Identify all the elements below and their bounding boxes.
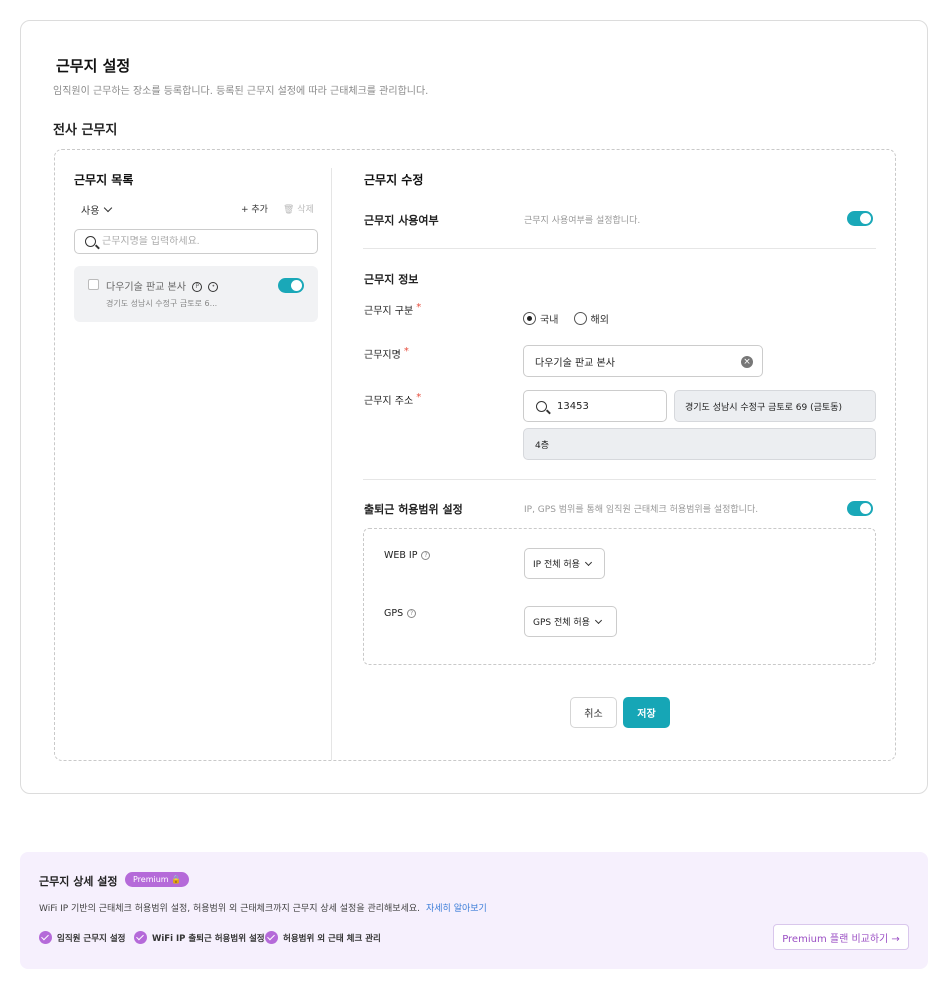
list-item-name-row: 다우기술 판교 본사 P •: [106, 278, 219, 293]
search-icon: [536, 400, 547, 412]
usage-toggle[interactable]: [847, 211, 873, 226]
premium-feature-label: 임직원 근무지 설정: [57, 933, 126, 944]
name-label: 근무지명: [364, 350, 401, 361]
list-item-toggle[interactable]: [278, 278, 304, 293]
address-detail-value: 4층: [535, 440, 550, 451]
address-value: 경기도 성남시 수정구 금토로 69 (금토동): [685, 402, 842, 413]
section-title: 전사 근무지: [53, 123, 118, 138]
range-toggle[interactable]: [847, 501, 873, 516]
edit-title: 근무지 수정: [364, 173, 424, 187]
radio-domestic-label: 국내: [540, 315, 559, 326]
list-item-checkbox[interactable]: [88, 279, 99, 290]
address-field: 경기도 성남시 수정구 금토로 69 (금토동): [674, 390, 876, 422]
premium-feature: 허용범위 외 근태 체크 관리: [265, 931, 381, 944]
premium-title: 근무지 상세 설정: [39, 875, 118, 888]
divider: [363, 248, 876, 249]
gps-label: GPS: [384, 608, 404, 619]
page-subtitle: 임직원이 근무하는 장소를 등록합니다. 등록된 근무지 설정에 따라 근태체크…: [53, 86, 429, 97]
info-icon[interactable]: ?: [421, 551, 431, 560]
cancel-button[interactable]: 취소: [570, 697, 617, 728]
panel-divider: [331, 168, 332, 760]
required-mark: *: [416, 302, 422, 313]
zipcode-search-field[interactable]: 13453: [523, 390, 667, 422]
address-label-row: 근무지 주소 *: [364, 392, 421, 407]
usage-label: 근무지 사용여부: [364, 214, 439, 227]
divider: [363, 479, 876, 480]
chevron-down-icon: [594, 616, 603, 624]
premium-badge: Premium 🔒: [125, 872, 190, 887]
web-ip-select[interactable]: IP 전체 허용: [524, 548, 605, 579]
workplace-search: [74, 229, 318, 254]
premium-compare-button[interactable]: Premium 플랜 비교하기 →: [773, 924, 909, 950]
radio-overseas[interactable]: [573, 312, 587, 325]
learn-more-link[interactable]: 자세히 알아보기: [426, 904, 487, 914]
premium-description: WiFi IP 기반의 근태체크 허용범위 설정, 허용범위 외 근태체크까지 …: [39, 904, 420, 914]
web-ip-label-row: WEB IP?: [384, 550, 431, 561]
workplace-search-input[interactable]: [102, 236, 302, 247]
premium-feature: WiFi IP 출퇴근 허용범위 설정: [134, 931, 265, 944]
usage-filter-dropdown[interactable]: 사용: [81, 202, 113, 217]
usage-filter-label: 사용: [81, 206, 100, 217]
range-settings-box: WEB IP? IP 전체 허용 GPS? GPS 전체 허용: [363, 528, 876, 665]
address-detail-field[interactable]: 4층: [523, 428, 876, 460]
check-icon: [134, 931, 147, 944]
add-button[interactable]: + 추가: [241, 202, 268, 215]
check-icon: [265, 931, 278, 944]
web-ip-label: WEB IP: [384, 550, 418, 561]
premium-feature-label: 허용범위 외 근태 체크 관리: [283, 933, 381, 944]
type-label: 근무지 구분: [364, 306, 414, 317]
page-title: 근무지 설정: [56, 57, 131, 75]
premium-feature: 임직원 근무지 설정: [39, 931, 125, 944]
type-radio-group: 국내 해외: [523, 308, 619, 327]
chevron-down-icon: [104, 203, 113, 212]
required-mark: *: [416, 392, 422, 403]
list-item[interactable]: 다우기술 판교 본사 P • 경기도 성남시 수정구 금토로 6...: [74, 266, 318, 322]
premium-description-row: WiFi IP 기반의 근태체크 허용범위 설정, 허용범위 외 근태체크까지 …: [39, 901, 487, 914]
gps-label-row: GPS?: [384, 608, 417, 619]
check-icon: [39, 931, 52, 944]
workplace-name-field[interactable]: 다우기술 판교 본사 ×: [523, 345, 763, 377]
list-item-name: 다우기술 판교 본사: [106, 282, 186, 293]
location-pin-icon: •: [208, 282, 219, 292]
range-label: 출퇴근 허용범위 설정: [364, 503, 463, 516]
gps-select[interactable]: GPS 전체 허용: [524, 606, 617, 637]
radio-domestic[interactable]: [523, 312, 536, 325]
address-label: 근무지 주소: [364, 396, 414, 407]
clear-icon[interactable]: ×: [741, 356, 753, 368]
type-label-row: 근무지 구분 *: [364, 302, 421, 317]
range-hint: IP, GPS 범위를 통해 임직원 근태체크 허용범위를 설정합니다.: [524, 505, 759, 515]
ip-icon: P: [192, 282, 203, 292]
name-label-row: 근무지명 *: [364, 346, 409, 361]
workplace-name-value: 다우기술 판교 본사: [535, 357, 615, 369]
workplace-panel: 근무지 목록 사용 + 추가 🗑 삭제 다우기술 판교 본사 P • 경기도 성…: [54, 149, 896, 761]
info-icon[interactable]: ?: [407, 609, 417, 618]
search-icon: [85, 236, 96, 247]
required-mark: *: [403, 346, 409, 357]
usage-hint: 근무지 사용여부를 설정합니다.: [524, 216, 641, 226]
info-title: 근무지 정보: [364, 273, 419, 286]
web-ip-select-value: IP 전체 허용: [533, 560, 580, 570]
workplace-settings-card: 근무지 설정 임직원이 근무하는 장소를 등록합니다. 등록된 근무지 설정에 …: [20, 20, 928, 794]
list-item-address: 경기도 성남시 수정구 금토로 6...: [106, 299, 218, 308]
delete-button[interactable]: 🗑 삭제: [283, 202, 314, 215]
premium-banner: 근무지 상세 설정 Premium 🔒 WiFi IP 기반의 근태체크 허용범…: [20, 852, 928, 969]
save-button[interactable]: 저장: [623, 697, 670, 728]
gps-select-value: GPS 전체 허용: [533, 618, 590, 628]
zipcode-value: 13453: [557, 400, 589, 412]
list-title: 근무지 목록: [74, 173, 134, 187]
radio-overseas-label: 해외: [590, 315, 609, 326]
premium-feature-label: WiFi IP 출퇴근 허용범위 설정: [152, 933, 265, 944]
chevron-down-icon: [584, 558, 592, 566]
